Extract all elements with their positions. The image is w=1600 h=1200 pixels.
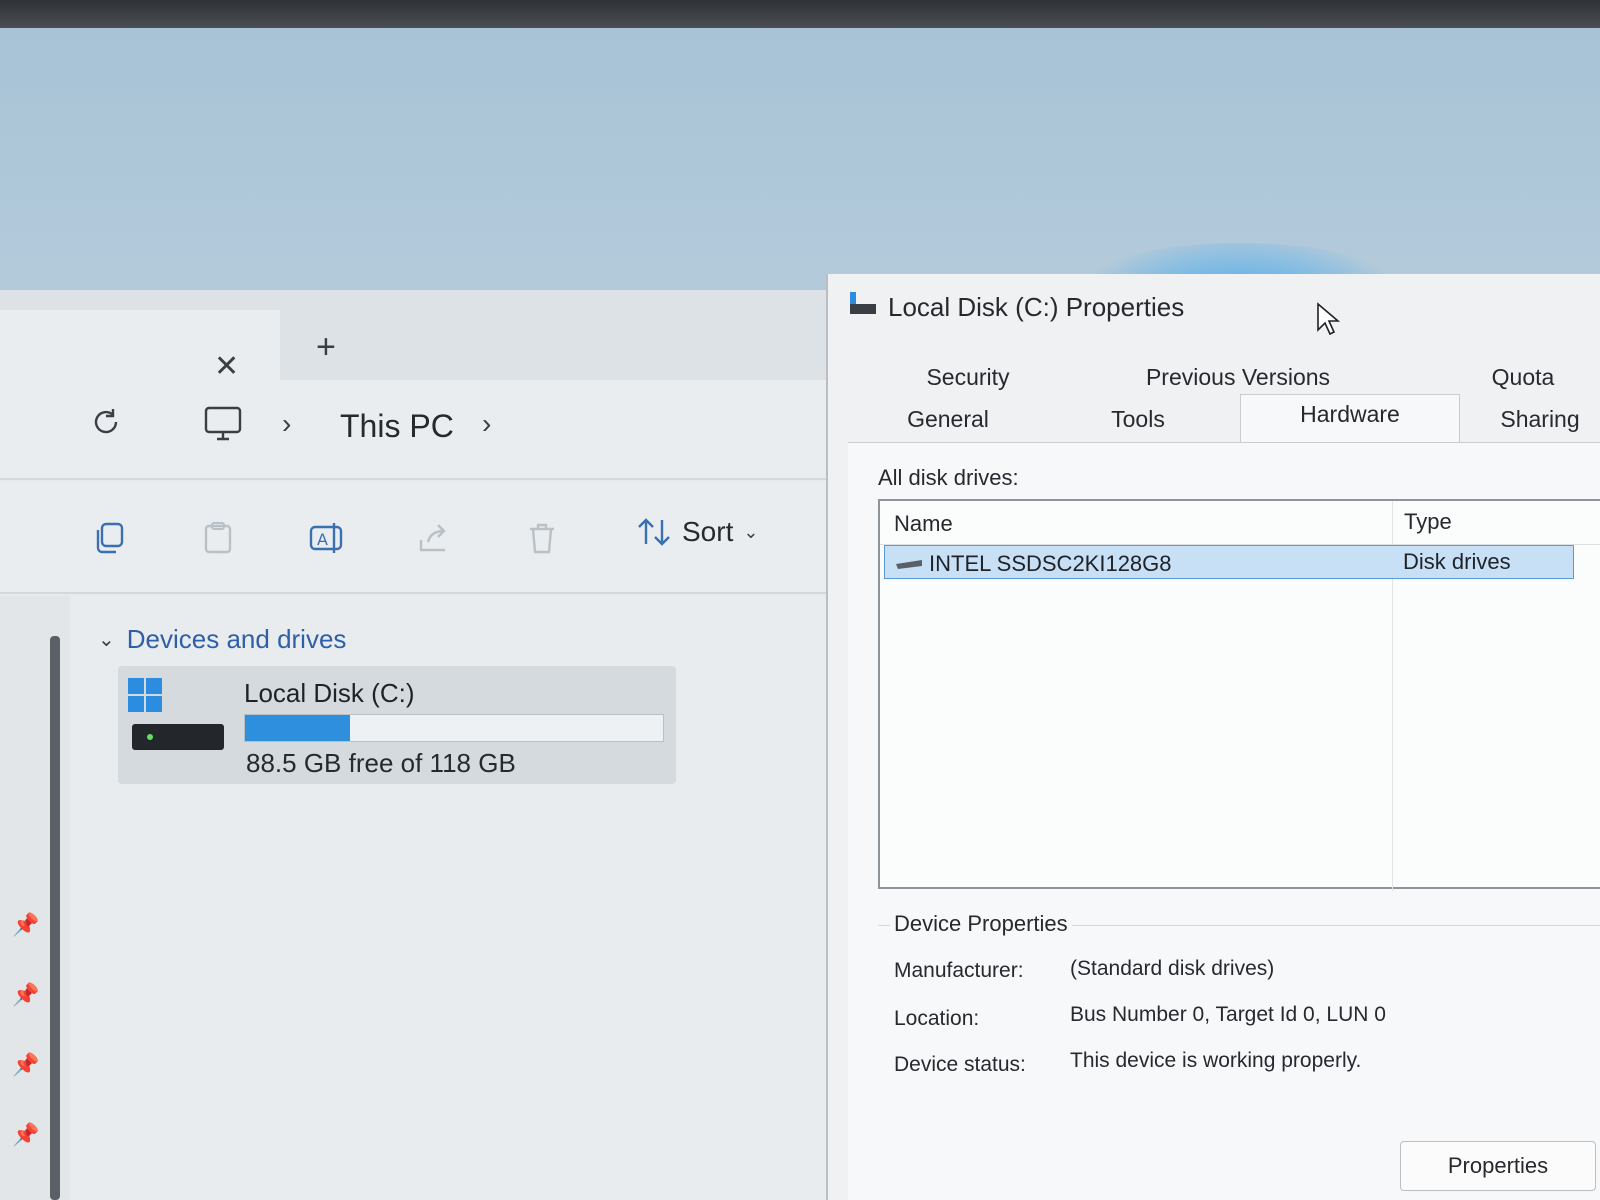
device-properties-title: Device Properties [890,911,1072,937]
properties-button[interactable]: Properties [1400,1141,1596,1191]
drive-free-text: 88.5 GB free of 118 GB [246,748,516,778]
tab-sharing[interactable]: Sharing [1478,406,1600,433]
pin-icon: 📌 [12,912,40,937]
scrollbar[interactable] [50,636,60,1200]
properties-dialog: Local Disk (C:) Properties Security Prev… [826,274,1600,1200]
tab-tools[interactable]: Tools [1068,406,1208,433]
device-status-label: Device status: [894,1053,1026,1076]
column-header-type[interactable]: Type [1404,509,1452,535]
command-bar: A Sort ⌄ [0,482,826,594]
svg-text:A: A [317,530,328,549]
tab-hardware[interactable]: Hardware [1240,394,1460,444]
column-header-name[interactable]: Name [894,511,953,537]
file-explorer-window: ✕ + › This PC › A Sort ⌄ 📌 📌 📌 � [0,290,826,1200]
manufacturer-value: (Standard disk drives) [1070,957,1275,980]
breadcrumb-chevron-icon[interactable]: › [282,410,291,438]
refresh-icon[interactable] [90,406,122,442]
share-icon[interactable] [416,520,452,556]
drive-icon [128,678,224,750]
disk-drives-list[interactable]: Name Type INTEL SSDSC2KI128G8 Disk drive… [878,499,1600,891]
location-value: Bus Number 0, Target Id 0, LUN 0 [1070,1003,1386,1026]
hardware-panel: All disk drives: Name Type INTEL SSDSC2K… [848,442,1600,1200]
paste-icon[interactable] [200,520,236,556]
all-disk-drives-label: All disk drives: [878,465,1019,490]
navigation-pane: 📌 📌 📌 📌 [0,596,70,1200]
monitor-bezel [0,0,1600,28]
location-label: Location: [894,1007,980,1030]
explorer-tabstrip: ✕ + [0,290,826,382]
copy-icon[interactable] [92,520,128,556]
drive-usage-bar [244,714,664,742]
list-item[interactable]: INTEL SSDSC2KI128G8 Disk drives [884,545,1574,579]
manufacturer-label: Manufacturer: [894,959,1024,982]
explorer-tab[interactable]: ✕ [0,310,280,382]
group-label: Devices and drives [126,624,347,654]
devices-group-header[interactable]: ⌄ Devices and drives [98,624,346,655]
this-pc-icon[interactable] [204,406,242,446]
new-tab-icon[interactable]: + [316,330,336,364]
navigation-bar: › This PC › [0,380,826,480]
breadcrumb-this-pc[interactable]: This PC [340,408,454,445]
disk-drive-icon [896,560,922,569]
content-pane: 📌 📌 📌 📌 ⌄ Devices and drives Local Disk … [0,596,826,1200]
delete-icon[interactable] [524,520,560,556]
sort-button[interactable]: Sort ⌄ [636,516,758,548]
chevron-down-icon: ⌄ [98,629,115,651]
breadcrumb-chevron-icon[interactable]: › [482,410,491,438]
drive-type: Disk drives [1403,549,1511,574]
pin-icon: 📌 [12,1122,40,1147]
list-header: Name Type [880,501,1600,545]
drive-tile-c[interactable]: Local Disk (C:) 88.5 GB free of 118 GB [118,666,676,784]
device-status-value: This device is working properly. [1070,1049,1362,1072]
drive-icon [850,292,876,314]
pin-icon: 📌 [12,982,40,1007]
drive-name: Local Disk (C:) [244,678,415,708]
sort-arrows-icon [638,518,670,546]
drive-model: INTEL SSDSC2KI128G8 [929,551,1172,576]
close-tab-icon[interactable]: ✕ [214,352,239,382]
drive-usage-fill [245,715,350,741]
tab-general[interactable]: General [868,406,1028,433]
mouse-cursor-icon [1317,302,1340,336]
chevron-down-icon: ⌄ [743,521,759,542]
tab-previous-versions[interactable]: Previous Versions [1108,364,1368,391]
device-properties-group: Device Properties Manufacturer: (Standar… [878,911,1600,1200]
property-tabs: Security Previous Versions Quota General… [848,360,1600,444]
sort-label: Sort [682,516,734,547]
dialog-title: Local Disk (C:) Properties [888,292,1185,322]
tab-quota[interactable]: Quota [1468,364,1578,391]
tab-security[interactable]: Security [888,364,1048,391]
rename-icon[interactable]: A [308,520,344,556]
pin-icon: 📌 [12,1052,40,1077]
